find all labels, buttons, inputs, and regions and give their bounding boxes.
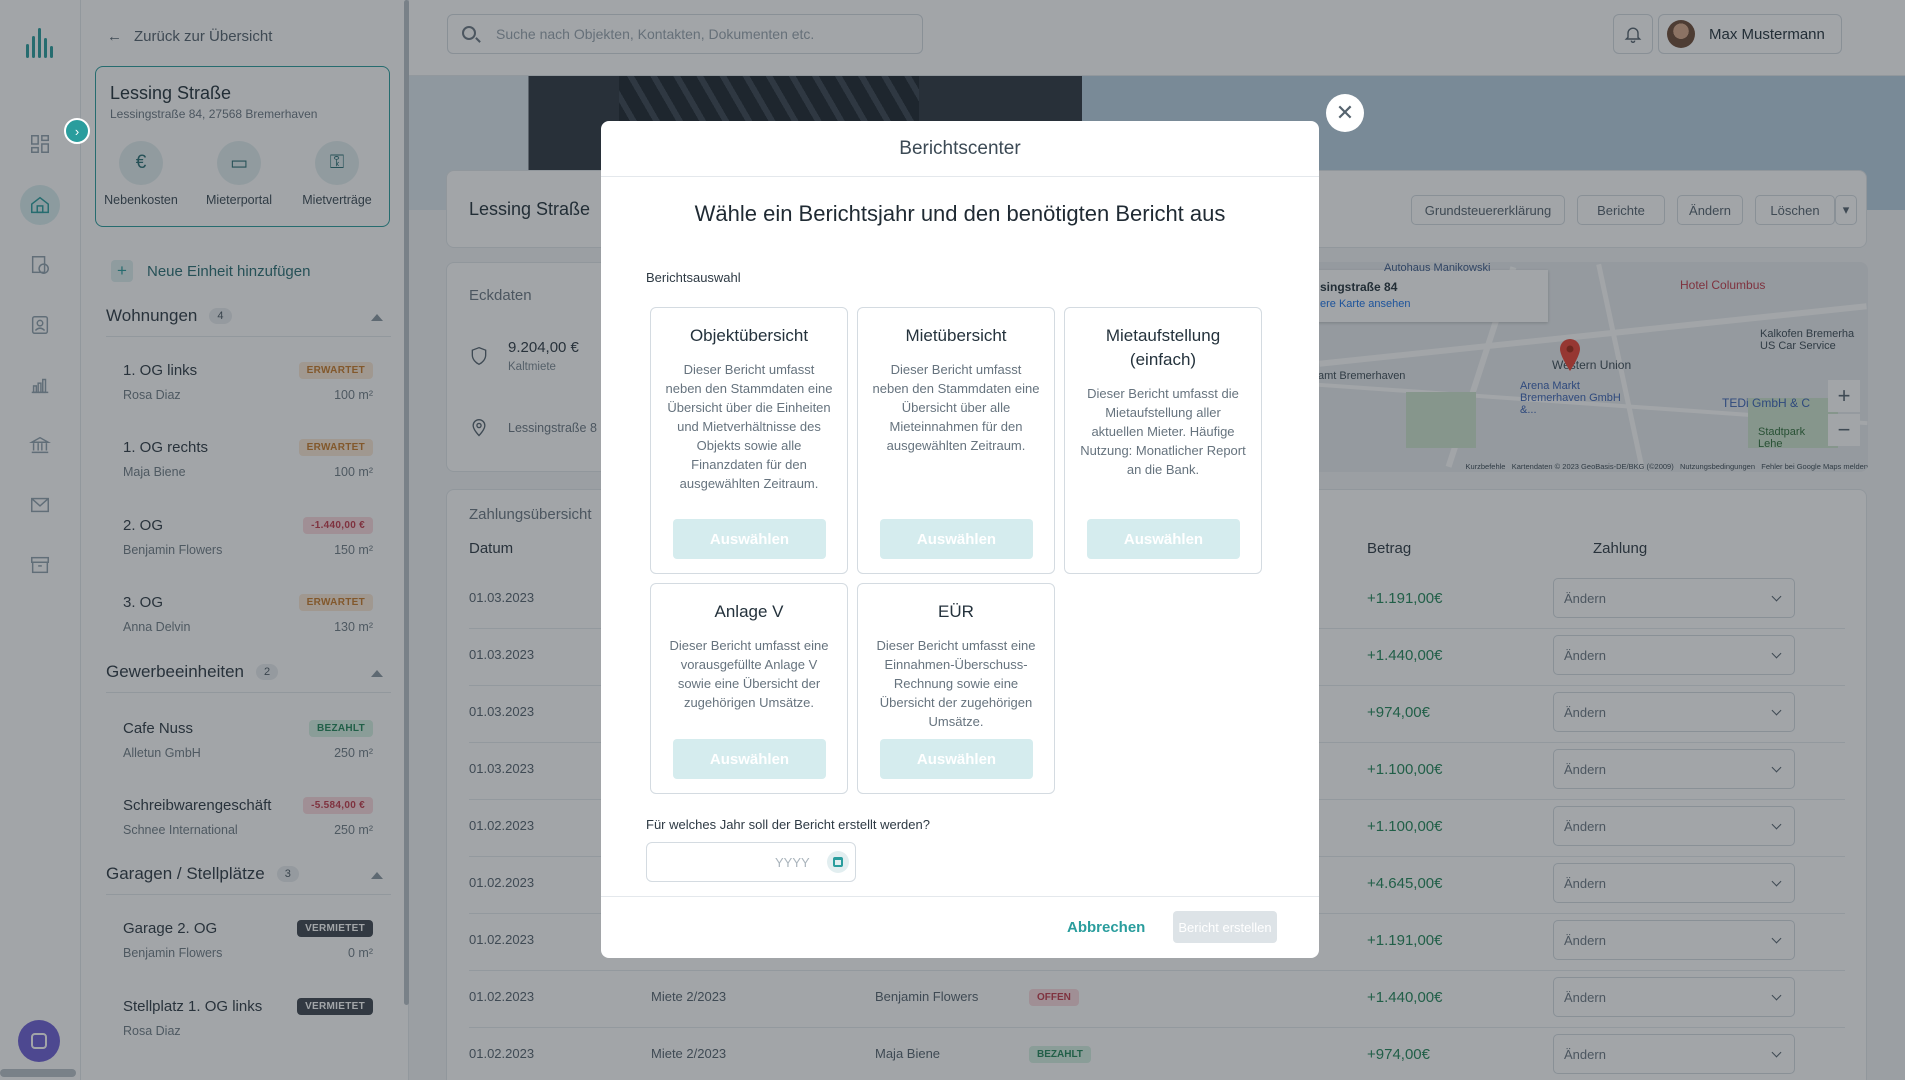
report-description: Dieser Bericht umfasst neben den Stammda… — [872, 362, 1040, 453]
expand-sidebar-button[interactable]: › — [64, 118, 90, 144]
report-description: Dieser Bericht umfasst neben den Stammda… — [665, 362, 833, 491]
report-card-rent-list[interactable]: Mietaufstellung (einfach) Dieser Bericht… — [1064, 307, 1262, 574]
report-description: Dieser Bericht umfasst eine Einnahmen-Üb… — [876, 638, 1036, 729]
report-title: Anlage V — [714, 602, 784, 621]
select-report-button[interactable]: Auswählen — [673, 519, 826, 559]
dialog-headline: Wähle ein Berichtsjahr und den benötigte… — [694, 201, 1226, 226]
year-placeholder: YYYY — [775, 854, 810, 870]
dialog-footer: Abbrechen Bericht erstellen — [601, 896, 1319, 958]
close-icon[interactable]: ✕ — [1326, 94, 1364, 132]
dialog-title: Berichtscenter — [601, 121, 1319, 177]
report-card-anlage-v[interactable]: Anlage V Dieser Bericht umfasst eine vor… — [650, 583, 848, 794]
report-center-dialog: Berichtscenter Wähle ein Berichtsjahr un… — [601, 121, 1319, 958]
report-title: EÜR — [938, 602, 974, 621]
create-report-button[interactable]: Bericht erstellen — [1173, 911, 1277, 943]
select-report-button[interactable]: Auswählen — [673, 739, 826, 779]
report-card-rent-overview[interactable]: Mietübersicht Dieser Bericht umfasst neb… — [857, 307, 1055, 574]
report-description: Dieser Bericht umfasst eine vorausgefüll… — [669, 638, 829, 710]
select-report-button[interactable]: Auswählen — [1087, 519, 1240, 559]
calendar-icon[interactable] — [827, 851, 849, 873]
cancel-button[interactable]: Abbrechen — [1067, 919, 1145, 936]
report-selection-label: Berichtsauswahl — [646, 270, 741, 285]
report-card-eur[interactable]: EÜR Dieser Bericht umfasst eine Einnahme… — [857, 583, 1055, 794]
report-card-object-overview[interactable]: Objektübersicht Dieser Bericht umfasst n… — [650, 307, 848, 574]
report-title: Objektübersicht — [689, 326, 809, 345]
year-input[interactable]: YYYY — [646, 842, 856, 882]
report-title: Mietaufstellung (einfach) — [1105, 326, 1221, 369]
select-report-button[interactable]: Auswählen — [880, 519, 1033, 559]
year-question-label: Für welches Jahr soll der Bericht erstel… — [646, 817, 930, 832]
report-description: Dieser Bericht umfasst die Mietaufstellu… — [1080, 386, 1246, 477]
report-title: Mietübersicht — [905, 326, 1007, 345]
select-report-button[interactable]: Auswählen — [880, 739, 1033, 779]
